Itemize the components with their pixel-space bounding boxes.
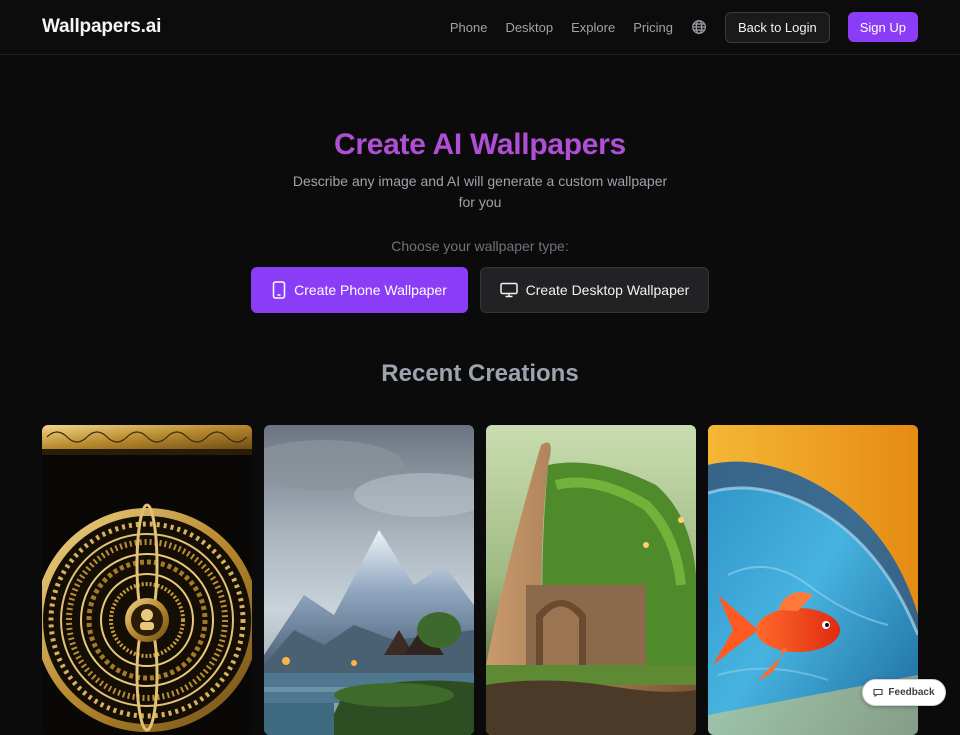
logo[interactable]: Wallpapers.ai [42,16,161,38]
nav-link-pricing[interactable]: Pricing [633,20,673,35]
mountain-wallpaper-image [264,425,474,735]
wallpaper-card[interactable] [486,425,696,735]
create-desktop-wallpaper-button[interactable]: Create Desktop Wallpaper [480,267,709,313]
chat-bubble-icon [873,688,883,697]
phone-button-label: Create Phone Wallpaper [294,282,447,298]
nav-link-desktop[interactable]: Desktop [505,20,553,35]
hobbit-house-wallpaper-image [486,425,696,735]
globe-icon[interactable] [691,19,707,35]
hero-title: Create AI Wallpapers [334,128,626,161]
mandala-wallpaper-image [42,425,252,735]
phone-icon [272,281,286,299]
create-phone-wallpaper-button[interactable]: Create Phone Wallpaper [251,267,468,313]
sign-up-button[interactable]: Sign Up [847,12,918,42]
nav-link-phone[interactable]: Phone [450,20,488,35]
recent-creations-title: Recent Creations [381,360,579,387]
wallpaper-card[interactable] [264,425,474,735]
feedback-label: Feedback [888,687,935,698]
desktop-button-label: Create Desktop Wallpaper [525,282,690,298]
nav-links: Phone Desktop Explore Pricing Back to Lo… [450,11,918,43]
hero-subtitle: Describe any image and AI will generate … [292,173,668,210]
choose-type-label: Choose your wallpaper type: [391,238,569,254]
nav-link-explore[interactable]: Explore [571,20,615,35]
wallpaper-card[interactable] [42,425,252,735]
monitor-icon [499,282,518,298]
feedback-button[interactable]: Feedback [862,679,946,706]
back-to-login-button[interactable]: Back to Login [724,11,830,43]
top-nav: Wallpapers.ai Phone Desktop Explore Pric… [0,0,960,55]
